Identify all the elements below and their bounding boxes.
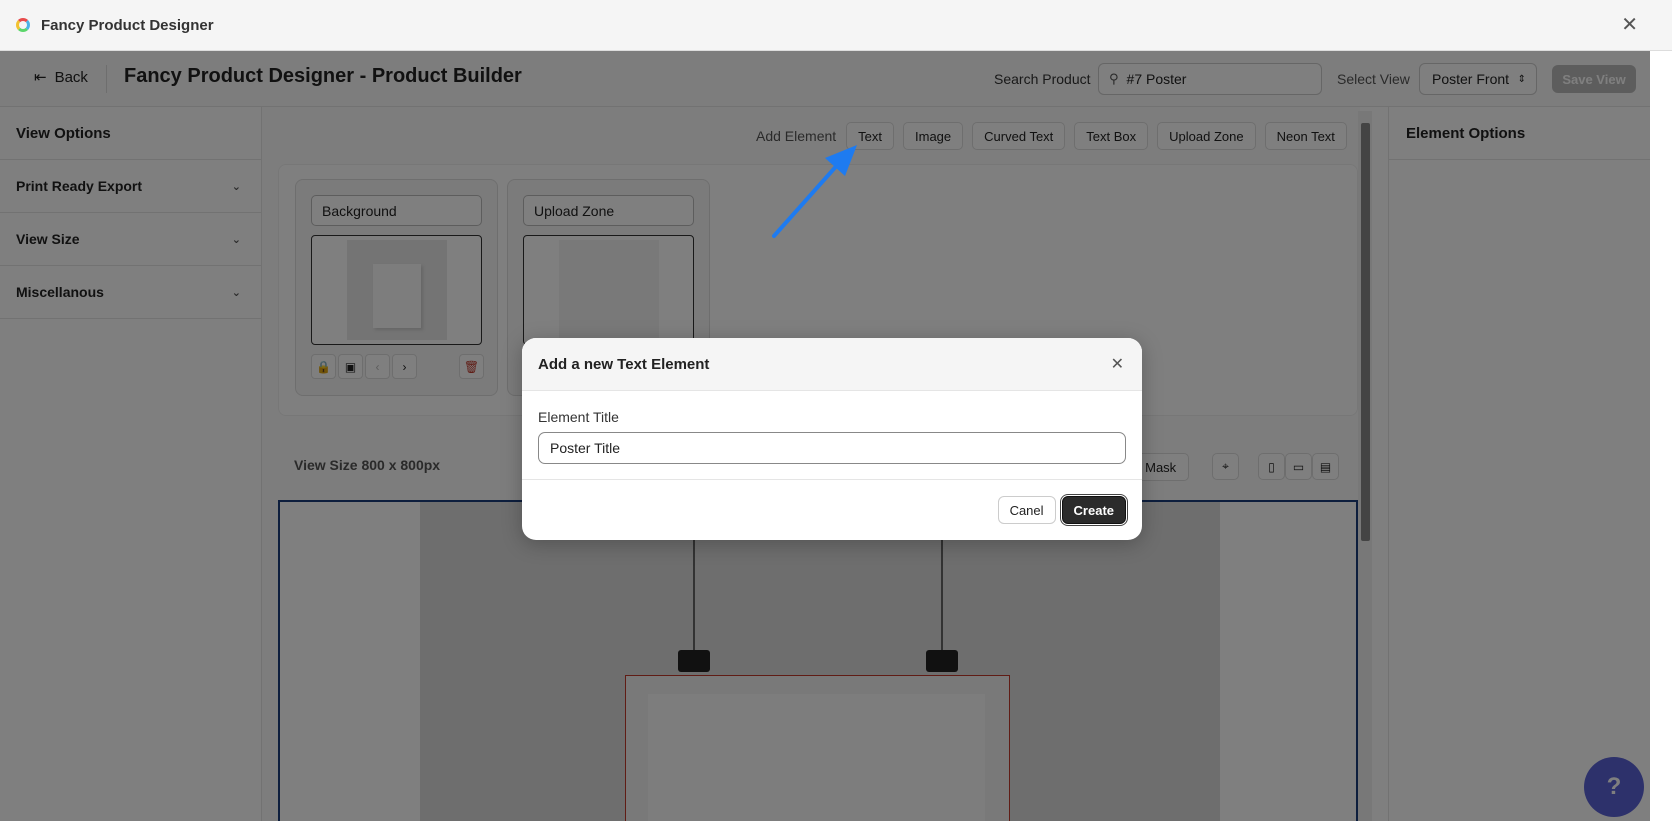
app-logo-icon [16, 18, 30, 32]
add-text-element-dialog: Add a new Text Element ✕ Element Title C… [522, 338, 1142, 540]
window-titlebar: Fancy Product Designer ✕ [0, 0, 1672, 51]
cancel-button[interactable]: Canel [997, 496, 1056, 524]
window-close-icon[interactable]: ✕ [1621, 15, 1638, 35]
dialog-header: Add a new Text Element ✕ [522, 338, 1142, 391]
window-scrollbar[interactable] [1650, 51, 1672, 821]
dialog-body: Element Title [522, 391, 1142, 480]
element-title-input[interactable] [538, 432, 1126, 464]
dialog-title: Add a new Text Element [538, 355, 710, 373]
dialog-close-icon[interactable]: ✕ [1111, 354, 1124, 374]
create-button[interactable]: Create [1061, 496, 1126, 524]
window-title: Fancy Product Designer [41, 16, 214, 34]
dialog-footer: Canel Create [997, 496, 1126, 524]
element-title-label: Element Title [538, 409, 619, 425]
